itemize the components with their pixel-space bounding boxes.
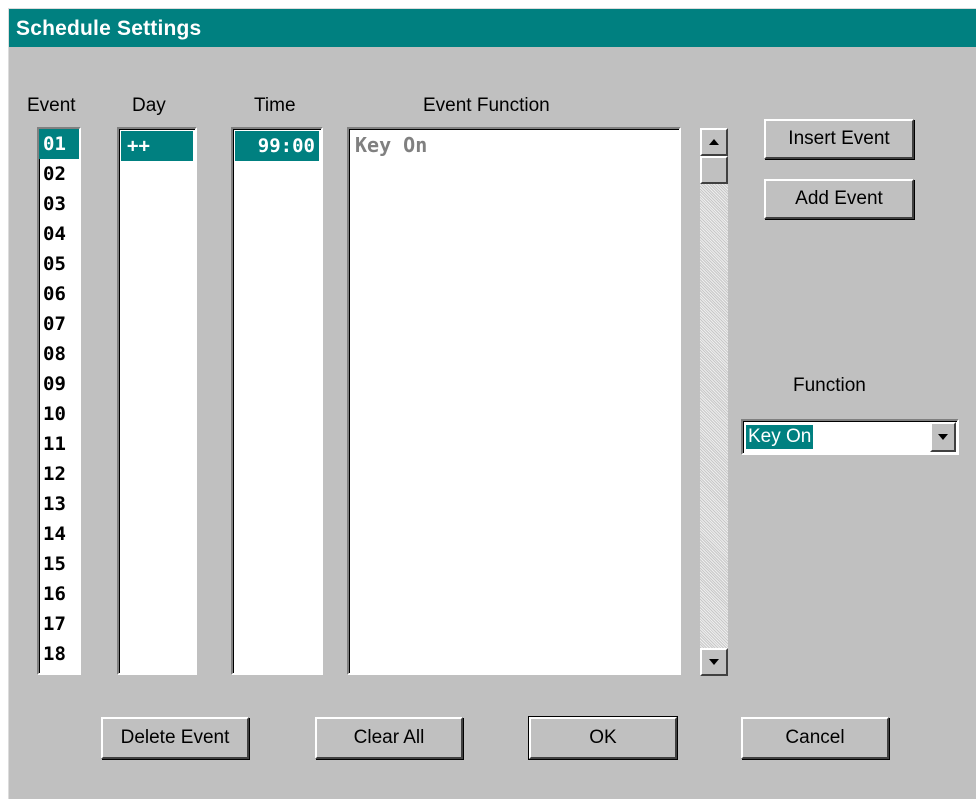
event-list-item[interactable]: 17	[39, 609, 79, 639]
event-list-item[interactable]: 11	[39, 429, 79, 459]
day-selected-value[interactable]: ++	[121, 131, 193, 161]
event-column-label: Event	[27, 95, 76, 116]
event-list-item[interactable]: 14	[39, 519, 79, 549]
event-function-column-label: Event Function	[423, 95, 550, 116]
time-selected-value[interactable]: 99:00	[235, 131, 319, 161]
event-list-item[interactable]: 06	[39, 279, 79, 309]
event-list-item[interactable]: 07	[39, 309, 79, 339]
cancel-button[interactable]: Cancel	[741, 717, 889, 759]
function-label: Function	[793, 375, 866, 396]
time-list[interactable]: 99:00	[231, 127, 323, 675]
chevron-down-icon	[938, 434, 948, 440]
event-function-value[interactable]: Key On	[355, 133, 427, 157]
window-title: Schedule Settings	[9, 9, 976, 47]
event-list-item[interactable]: 13	[39, 489, 79, 519]
event-list-item[interactable]: 10	[39, 399, 79, 429]
event-list-item[interactable]: 12	[39, 459, 79, 489]
down-arrow-icon	[709, 659, 719, 665]
event-list-item[interactable]: 18	[39, 639, 79, 669]
function-dropdown-button[interactable]	[930, 422, 956, 452]
scroll-down-button[interactable]	[700, 648, 728, 676]
event-list-item[interactable]: 03	[39, 189, 79, 219]
event-list-item[interactable]: 16	[39, 579, 79, 609]
event-list-item[interactable]: 04	[39, 219, 79, 249]
delete-event-button[interactable]: Delete Event	[101, 717, 249, 759]
event-list-item[interactable]: 09	[39, 369, 79, 399]
scroll-up-button[interactable]	[700, 128, 728, 156]
ok-button[interactable]: OK	[528, 716, 678, 760]
schedule-settings-dialog: Schedule Settings Event Day Time Event F…	[8, 8, 976, 799]
day-list[interactable]: ++	[117, 127, 197, 675]
clear-all-button[interactable]: Clear All	[315, 717, 463, 759]
day-column-label: Day	[132, 95, 166, 116]
event-function-list[interactable]: Key On	[347, 127, 681, 675]
event-list-item[interactable]: 08	[39, 339, 79, 369]
event-list[interactable]: 01 02 03 04 05 06 07 08 09 10 11 12 13 14 15 16 17 18	[37, 127, 81, 675]
up-arrow-icon	[709, 139, 719, 145]
function-selected-value: Key On	[746, 425, 814, 449]
event-list-item[interactable]: 02	[39, 159, 79, 189]
event-list-item[interactable]: 05	[39, 249, 79, 279]
event-list-item[interactable]: 01	[39, 129, 79, 159]
vertical-scrollbar[interactable]	[699, 127, 729, 677]
function-dropdown[interactable]: Key On	[741, 419, 959, 455]
scroll-thumb[interactable]	[700, 156, 728, 184]
event-list-item[interactable]: 15	[39, 549, 79, 579]
time-column-label: Time	[254, 95, 296, 116]
add-event-button[interactable]: Add Event	[764, 179, 914, 219]
insert-event-button[interactable]: Insert Event	[764, 119, 914, 159]
